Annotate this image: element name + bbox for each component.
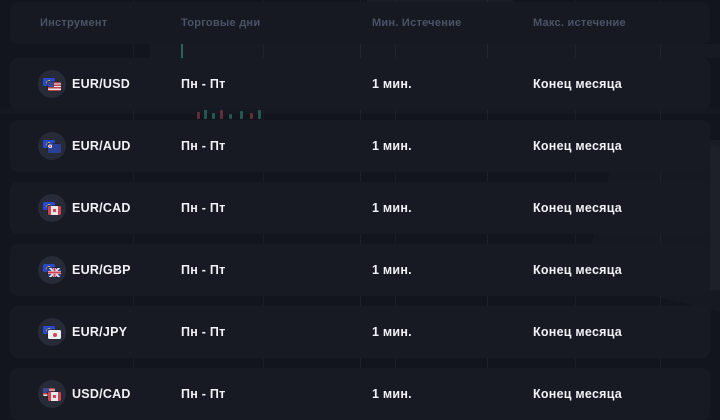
quote-flag-icon	[48, 268, 61, 277]
column-header-max-expiration: Макс. истечение	[533, 17, 626, 29]
max-expiration-value: Конец месяца	[533, 387, 622, 401]
instrument-label: EUR/AUD	[72, 139, 131, 153]
currency-pair-icon	[38, 318, 66, 346]
table-row: EUR/USD Пн - Пт 1 мин. Конец месяца	[10, 58, 710, 110]
currency-pair-icon	[38, 70, 66, 98]
max-expiration-value: Конец месяца	[533, 263, 622, 277]
table-header: Инструмент Торговые дни Мин. Истечение М…	[10, 2, 710, 44]
column-header-instrument: Инструмент	[40, 17, 108, 29]
instrument-label: EUR/CAD	[72, 201, 131, 215]
column-header-trading-days: Торговые дни	[181, 17, 261, 29]
max-expiration-value: Конец месяца	[533, 77, 622, 91]
max-expiration-value: Конец месяца	[533, 139, 622, 153]
max-expiration-value: Конец месяца	[533, 201, 622, 215]
instrument-label: EUR/USD	[72, 77, 131, 91]
min-expiration-value: 1 мин.	[372, 77, 412, 91]
trading-days-value: Пн - Пт	[181, 201, 226, 215]
quote-flag-icon	[48, 392, 61, 401]
trading-days-value: Пн - Пт	[181, 139, 226, 153]
min-expiration-value: 1 мин.	[372, 263, 412, 277]
max-expiration-value: Конец месяца	[533, 325, 622, 339]
min-expiration-value: 1 мин.	[372, 387, 412, 401]
table-row: EUR/GBP Пн - Пт 1 мин. Конец месяца	[10, 244, 710, 296]
quote-flag-icon	[48, 330, 61, 339]
currency-pair-icon	[38, 194, 66, 222]
quote-flag-icon	[48, 144, 61, 153]
instrument-label: USD/CAD	[72, 387, 131, 401]
trading-days-value: Пн - Пт	[181, 77, 226, 91]
instrument-label: EUR/GBP	[72, 263, 131, 277]
currency-pair-icon	[38, 380, 66, 408]
min-expiration-value: 1 мин.	[372, 139, 412, 153]
table-row: EUR/AUD Пн - Пт 1 мин. Конец месяца	[10, 120, 710, 172]
trading-days-value: Пн - Пт	[181, 387, 226, 401]
currency-pair-icon	[38, 132, 66, 160]
table-rows: EUR/USD Пн - Пт 1 мин. Конец месяца EUR/…	[0, 58, 720, 420]
trading-days-value: Пн - Пт	[181, 263, 226, 277]
table-row: EUR/JPY Пн - Пт 1 мин. Конец месяца	[10, 306, 710, 358]
instruments-table: Инструмент Торговые дни Мин. Истечение М…	[0, 0, 720, 420]
column-header-min-expiration: Мин. Истечение	[372, 17, 462, 29]
instrument-label: EUR/JPY	[72, 325, 128, 339]
table-row: USD/CAD Пн - Пт 1 мин. Конец месяца	[10, 368, 710, 420]
min-expiration-value: 1 мин.	[372, 201, 412, 215]
table-row: EUR/CAD Пн - Пт 1 мин. Конец месяца	[10, 182, 710, 234]
trading-days-value: Пн - Пт	[181, 325, 226, 339]
quote-flag-icon	[48, 82, 61, 91]
currency-pair-icon	[38, 256, 66, 284]
min-expiration-value: 1 мин.	[372, 325, 412, 339]
quote-flag-icon	[48, 206, 61, 215]
